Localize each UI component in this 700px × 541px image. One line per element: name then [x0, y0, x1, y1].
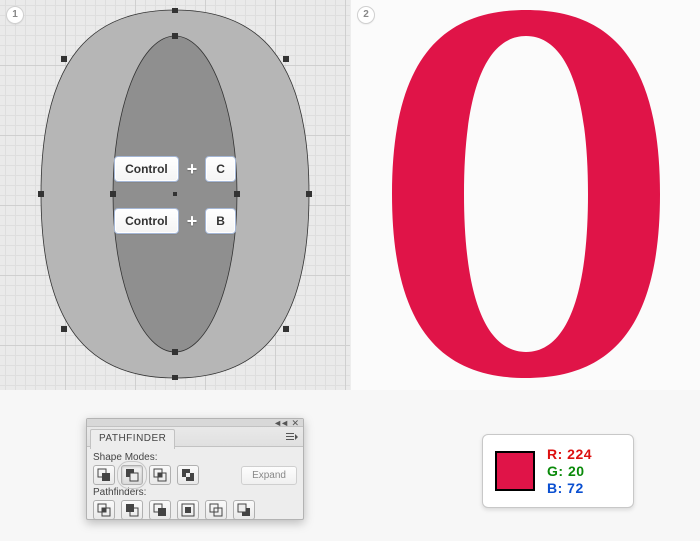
expand-button[interactable]: Expand — [241, 466, 297, 485]
merge-icon[interactable] — [149, 500, 171, 520]
crop-icon[interactable] — [177, 500, 199, 520]
fill-swatch — [495, 451, 535, 491]
exclude-icon[interactable] — [177, 465, 199, 485]
step-badge-1: 1 — [6, 6, 24, 24]
panel-titlebar[interactable]: ◄◄ ✕ — [87, 419, 303, 427]
copy-shortcut: Control + C — [0, 156, 350, 182]
shape-modes-label: Shape Modes: — [93, 452, 297, 463]
key-c: C — [205, 156, 236, 182]
step-1-canvas[interactable]: 1 — [0, 0, 350, 390]
minus-front-icon[interactable] — [121, 465, 143, 485]
rgb-g-line: G: 20 — [547, 463, 592, 479]
key-b: B — [205, 208, 236, 234]
divide-icon[interactable] — [93, 500, 115, 520]
plus-icon: + — [187, 159, 198, 180]
rgb-b-line: B: 72 — [547, 480, 592, 496]
outline-icon[interactable] — [205, 500, 227, 520]
intersect-icon[interactable] — [149, 465, 171, 485]
step-2-canvas[interactable]: 2 — [350, 0, 700, 390]
key-control: Control — [114, 156, 179, 182]
pathfinders-label: Pathfinders: — [93, 487, 297, 498]
trim-icon[interactable] — [121, 500, 143, 520]
right-result-shape[interactable] — [386, 8, 666, 380]
unite-icon[interactable] — [93, 465, 115, 485]
rgb-r-line: R: 224 — [547, 446, 592, 462]
minus-back-icon[interactable] — [233, 500, 255, 520]
pathfinder-tab[interactable]: PATHFINDER — [90, 429, 175, 449]
left-compound-shape[interactable] — [35, 8, 315, 380]
plus-icon: + — [187, 211, 198, 232]
pasteback-shortcut: Control + B — [0, 208, 350, 234]
color-swatch-card: R: 224 G: 20 B: 72 — [482, 434, 634, 508]
shape-modes-row: Expand — [93, 465, 297, 485]
panel-menu-icon[interactable] — [285, 430, 299, 444]
pathfinders-row — [93, 500, 297, 520]
key-control: Control — [114, 208, 179, 234]
pathfinder-panel[interactable]: ◄◄ ✕ PATHFINDER Shape Modes: Expand Path… — [86, 418, 304, 520]
step-badge-2: 2 — [357, 6, 375, 24]
